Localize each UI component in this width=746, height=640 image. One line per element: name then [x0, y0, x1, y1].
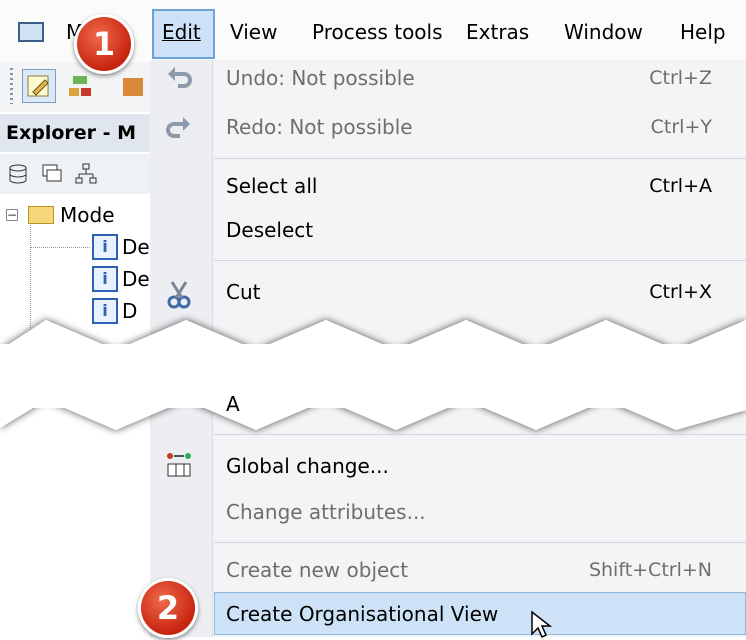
- shortcut-redo: Ctrl+Y: [650, 116, 712, 138]
- tree-node-root[interactable]: − Mode: [0, 200, 150, 230]
- tree-structure-icon: [69, 76, 91, 96]
- undo-icon: [164, 62, 194, 92]
- redo-icon: [164, 112, 194, 142]
- explorer-title: Explorer - M: [0, 114, 150, 152]
- model-diagram-icon: i: [92, 266, 118, 292]
- menu-item-create-new-object[interactable]: Create new object: [226, 550, 408, 590]
- toolbar-item-icon: [123, 78, 143, 96]
- hierarchy-icon[interactable]: [74, 162, 98, 186]
- shortcut-create-new-object: Shift+Ctrl+N: [588, 559, 712, 581]
- toolbar: [0, 62, 150, 112]
- windows-icon[interactable]: [40, 162, 64, 186]
- step-badge-2: 2: [138, 578, 198, 638]
- menu-item-redo[interactable]: Redo: Not possible: [226, 107, 413, 147]
- model-diagram-icon: i: [92, 234, 118, 260]
- menu-edit[interactable]: Edit: [162, 18, 201, 46]
- menu-extras[interactable]: Extras: [466, 18, 529, 46]
- menu-item-global-change[interactable]: Global change...: [226, 446, 389, 486]
- toolbar-button-2[interactable]: [64, 69, 98, 103]
- global-change-icon: [164, 450, 194, 480]
- shortcut-select-all: Ctrl+A: [649, 175, 712, 197]
- menu-item-select-all[interactable]: Select all: [226, 166, 317, 206]
- pencil-icon: [27, 75, 49, 97]
- menu-item-deselect[interactable]: Deselect: [226, 210, 313, 250]
- folder-icon: [28, 206, 54, 224]
- menu-separator: [214, 158, 746, 159]
- app-window-icon[interactable]: [18, 22, 44, 42]
- menu-help[interactable]: Help: [680, 18, 726, 46]
- menu-window[interactable]: Window: [564, 18, 643, 46]
- menu-separator: [214, 542, 746, 543]
- collapse-toggle-icon[interactable]: −: [6, 209, 18, 221]
- menu-view[interactable]: View: [230, 18, 277, 46]
- menu-process-tools[interactable]: Process tools: [312, 18, 443, 46]
- tree-node-child[interactable]: i De: [0, 264, 150, 294]
- menu-item-create-organisational-view[interactable]: Create Organisational View: [226, 594, 498, 634]
- menu-item-undo[interactable]: Undo: Not possible: [226, 58, 415, 98]
- tree-node-child[interactable]: i De: [0, 232, 150, 262]
- shortcut-undo: Ctrl+Z: [649, 67, 712, 89]
- explorer-tab-bar: [0, 154, 150, 194]
- menu-separator: [214, 434, 746, 435]
- torn-edge-gap: [0, 320, 746, 430]
- mouse-cursor-icon: [531, 610, 553, 639]
- step-badge-1: 1: [74, 14, 134, 74]
- menu-item-change-attributes[interactable]: Change attributes...: [226, 492, 426, 532]
- menu-item-partial[interactable]: A: [226, 384, 240, 424]
- menu-separator: [214, 260, 746, 261]
- toolbar-grip[interactable]: [10, 68, 13, 104]
- edit-mode-button[interactable]: [22, 69, 56, 103]
- toolbar-button-3[interactable]: [104, 69, 144, 103]
- database-icon[interactable]: [6, 162, 30, 186]
